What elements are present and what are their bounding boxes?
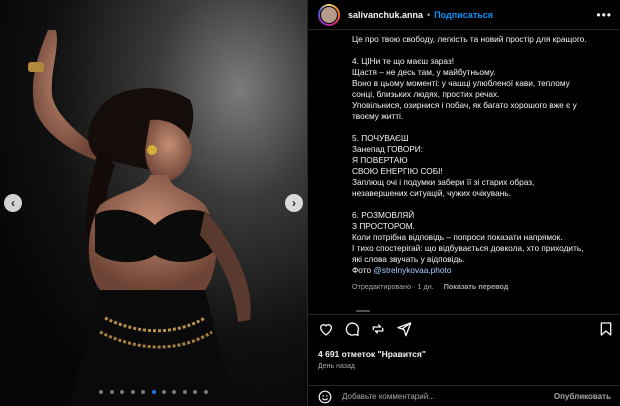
caption-text: незавершених ситуацій, чужих очікувань. (352, 188, 511, 198)
caption-text: Це про твою свободу, легкість та новий п… (352, 34, 587, 44)
caption-text: Уповільнися, озирнися і побач, як багато… (352, 100, 577, 110)
post-photo[interactable]: ‹ › (0, 0, 307, 406)
carousel-dot (161, 390, 166, 394)
bookmark-icon[interactable] (598, 321, 614, 337)
heart-icon[interactable] (318, 321, 334, 337)
meta-separator: · (413, 282, 416, 291)
actions-section: 4 691 отметок "Нравится" День назад Опуб… (308, 314, 620, 406)
photo-credit-label: Фото (352, 265, 372, 275)
carousel-dot (172, 390, 177, 394)
caption-text: сонці, близьких людях, простих речах. (352, 89, 500, 99)
caption-text: Заплющ очі і подумки забери її зі старих… (352, 177, 535, 187)
edited-time: 1 дн. (417, 282, 434, 291)
caption-text: Коли потрібна відповідь – попроси показа… (352, 232, 563, 242)
carousel-dot (99, 390, 104, 394)
caption-text: твоєму житті. (352, 111, 404, 121)
edited-label: Отредактировано (352, 282, 412, 291)
post-caption: Це про твою свободу, легкість та новий п… (308, 30, 620, 311)
caption-text: 5. ПОЧУВАЄШ (352, 133, 409, 143)
follow-button[interactable]: Подписаться (434, 10, 493, 20)
caption-text: СВОЮ ЕНЕРГІЮ СОБІ! (352, 166, 443, 176)
carousel-dot (130, 390, 135, 394)
caption-text: Я ПОВЕРТАЮ (352, 155, 408, 165)
comment-input[interactable] (342, 392, 554, 401)
emoji-icon[interactable] (318, 390, 332, 404)
caption-text: які слова звучать у відповідь. (352, 254, 465, 264)
show-translation-button[interactable]: Показать перевод (444, 282, 509, 291)
likes-count[interactable]: 4 691 отметок "Нравится" (318, 349, 426, 359)
share-icon[interactable] (370, 321, 386, 337)
carousel-dot (193, 390, 198, 394)
photo-illustration (28, 30, 251, 406)
post-timestamp[interactable]: День назад (318, 363, 355, 370)
more-options-icon[interactable]: ••• (596, 8, 612, 22)
caption-text: Щастя – не десь там, у майбутньому. (352, 67, 496, 77)
photo-credit-link[interactable]: @strelnykovaa.photo (373, 265, 451, 275)
publish-button[interactable]: Опубликовать (554, 392, 611, 401)
carousel-dot (182, 390, 187, 394)
comment-icon[interactable] (344, 321, 360, 337)
carousel-dot-active (151, 390, 156, 394)
carousel-dot (141, 390, 146, 394)
caption-text: Воно в цьому моменті: у чашці улюбленої … (352, 78, 570, 88)
post-panel: salivanchuk.anna • Подписаться ••• Це пр… (307, 0, 620, 406)
carousel-dot (109, 390, 114, 394)
post-header: salivanchuk.anna • Подписаться ••• (308, 0, 620, 30)
caption-text: З ПРОСТОРОМ. (352, 221, 415, 231)
caption-text: І тихо спостерігай: що відбувається довк… (352, 243, 584, 253)
username-link[interactable]: salivanchuk.anna (348, 10, 423, 20)
carousel-dot (203, 390, 208, 394)
caption-meta: Отредактировано · 1 дн. Показать перевод (352, 281, 611, 292)
avatar[interactable] (318, 3, 340, 26)
caption-scrollbar[interactable] (356, 310, 370, 312)
caption-text: 4. ЦІНи те що маєш зараз! (352, 56, 455, 66)
comment-bar: Опубликовать (308, 385, 620, 406)
header-separator: • (427, 9, 431, 20)
carousel-dot (120, 390, 125, 394)
carousel-next-button[interactable]: › (285, 194, 303, 212)
send-icon[interactable] (396, 321, 412, 337)
action-icons (318, 321, 614, 339)
caption-text: Занепад ГОВОРИ: (352, 144, 424, 154)
carousel-prev-button[interactable]: ‹ (4, 194, 22, 212)
carousel-dots (0, 381, 307, 399)
caption-text: 6. РОЗМОВЛЯЙ (352, 210, 415, 220)
